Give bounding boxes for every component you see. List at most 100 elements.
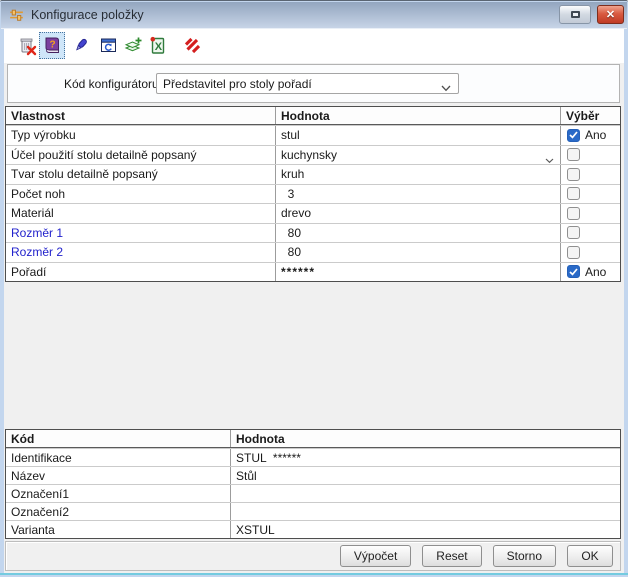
property-select (560, 243, 620, 262)
reset-button[interactable]: Reset (422, 545, 481, 567)
code-name: Varianta (6, 521, 230, 538)
chevron-down-icon[interactable] (545, 153, 554, 165)
property-name-link[interactable]: Rozměr 2 (6, 243, 275, 262)
property-select (560, 224, 620, 243)
column-header-hodnota: Hodnota (275, 107, 560, 124)
property-value[interactable]: 80 (275, 243, 560, 262)
checkbox[interactable] (567, 187, 580, 200)
property-name: Typ výrobku (6, 126, 275, 145)
checkbox-label: Ano (585, 128, 606, 142)
window-title: Konfigurace položky (31, 8, 144, 22)
client-area: ? (4, 29, 624, 573)
property-value-masked[interactable]: ****** (275, 263, 560, 282)
property-select (560, 185, 620, 204)
footer-button-panel: Výpočet Reset Storno OK (5, 541, 621, 571)
code-name: Název (6, 467, 230, 484)
properties-table-header: Vlastnost Hodnota Výběr (6, 107, 620, 125)
checkbox[interactable] (567, 226, 580, 239)
close-button[interactable]: ✕ (597, 5, 624, 24)
checkbox[interactable] (567, 168, 580, 181)
checkbox[interactable] (567, 207, 580, 220)
table-row: Rozměr 2 80 (6, 242, 620, 262)
code-value (230, 485, 620, 502)
property-select (560, 204, 620, 223)
toolbar-button-red-stripes[interactable] (179, 32, 205, 59)
vypocet-button[interactable]: Výpočet (340, 545, 411, 567)
configurator-panel: Kód konfigurátoru: Představitel pro stol… (7, 64, 620, 103)
add-layers-icon (123, 35, 144, 56)
column-header-vyber: Výběr (560, 107, 620, 124)
svg-text:?: ? (49, 40, 55, 51)
property-name: Počet noh (6, 185, 275, 204)
configurator-select[interactable]: Představitel pro stoly pořadí (156, 73, 459, 94)
property-name-link[interactable]: Rozměr 1 (6, 224, 275, 243)
titlebar[interactable]: Konfigurace položky (1, 2, 627, 29)
property-name: Pořadí (6, 263, 275, 282)
delete-icon (17, 35, 38, 56)
ok-button[interactable]: OK (567, 545, 613, 567)
configurator-label: Kód konfigurátoru: (64, 65, 162, 102)
property-select: Ano (560, 126, 620, 145)
table-row: Název Stůl (6, 466, 620, 484)
table-row: Identifikace STUL ****** (6, 448, 620, 466)
checkbox[interactable] (567, 148, 580, 161)
code-name: Identifikace (6, 449, 230, 466)
table-row: Označení2 (6, 502, 620, 520)
column-header-kod: Kód (6, 430, 230, 447)
checkbox[interactable] (567, 246, 580, 259)
property-select (560, 165, 620, 184)
toolbar-button-help-book[interactable]: ? (39, 32, 65, 59)
toolbar-button-delete[interactable] (14, 32, 40, 59)
toolbar: ? (4, 29, 624, 63)
property-select (560, 146, 620, 165)
property-value[interactable]: kruh (275, 165, 560, 184)
toolbar-button-add-layers[interactable] (120, 32, 146, 59)
property-value[interactable]: 3 (275, 185, 560, 204)
checkbox[interactable] (567, 265, 580, 278)
pen-icon (70, 35, 91, 56)
toolbar-button-excel-export[interactable]: X (144, 32, 170, 59)
window-refresh-icon (98, 35, 119, 56)
column-header-vlastnost: Vlastnost (6, 107, 275, 124)
dialog-window: Konfigurace položky ✕ (0, 0, 628, 577)
property-name: Účel použití stolu detailně popsaný (6, 146, 275, 165)
properties-table: Vlastnost Hodnota Výběr Typ výrobku stul… (5, 106, 621, 282)
table-row: Účel použití stolu detailně popsaný kuch… (6, 145, 620, 165)
codes-table: Kód Hodnota Identifikace STUL ****** Náz… (5, 429, 621, 539)
property-value[interactable]: stul (275, 126, 560, 145)
table-row: Typ výrobku stul Ano (6, 125, 620, 145)
column-header-hodnota: Hodnota (230, 430, 620, 447)
table-row: Pořadí ****** Ano (6, 262, 620, 282)
checkbox-label: Ano (585, 265, 606, 279)
property-value[interactable]: 80 (275, 224, 560, 243)
table-row: Rozměr 1 80 (6, 223, 620, 243)
toolbar-button-window-refresh[interactable] (95, 32, 121, 59)
property-name: Materiál (6, 204, 275, 223)
maximize-button[interactable] (559, 5, 591, 24)
property-name: Tvar stolu detailně popsaný (6, 165, 275, 184)
code-name: Označení1 (6, 485, 230, 502)
chevron-down-icon[interactable] (441, 81, 451, 94)
table-row: Varianta XSTUL (6, 520, 620, 538)
maximize-icon (571, 11, 580, 18)
table-row: Označení1 (6, 484, 620, 502)
close-icon: ✕ (606, 8, 615, 21)
configurator-selected-value: Představitel pro stoly pořadí (163, 77, 312, 91)
svg-text:X: X (154, 41, 162, 53)
window-bottom-accent (0, 573, 628, 575)
checkbox[interactable] (567, 129, 580, 142)
property-select: Ano (560, 263, 620, 282)
help-book-icon: ? (42, 35, 63, 56)
code-name: Označení2 (6, 503, 230, 520)
storno-button[interactable]: Storno (493, 545, 556, 567)
table-row: Tvar stolu detailně popsaný kruh (6, 164, 620, 184)
table-row: Materiál drevo (6, 203, 620, 223)
property-value[interactable]: kuchynsky (275, 146, 560, 165)
red-stripes-icon (182, 35, 203, 56)
code-value (230, 503, 620, 520)
property-value[interactable]: drevo (275, 204, 560, 223)
codes-table-header: Kód Hodnota (6, 430, 620, 448)
toolbar-button-pen[interactable] (67, 32, 93, 59)
sliders-icon (8, 7, 25, 24)
table-row: Počet noh 3 (6, 184, 620, 204)
